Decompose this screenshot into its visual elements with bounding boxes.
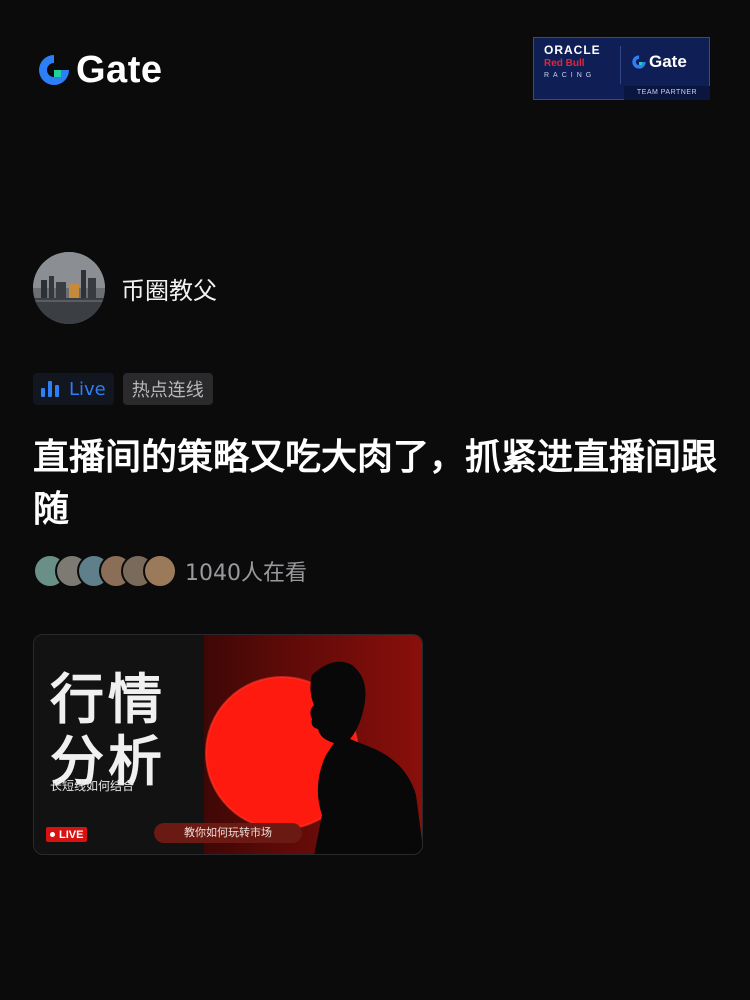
partner-gate-logo: Gate bbox=[631, 52, 687, 72]
tag-live[interactable]: Live bbox=[33, 373, 114, 405]
partner-gate-icon bbox=[632, 55, 646, 69]
gate-logo[interactable]: Gate bbox=[36, 48, 163, 91]
card-image-area bbox=[194, 635, 422, 854]
team-partner-badge: ORACLE Red Bull RACING Gate TEAM PARTNER bbox=[533, 37, 710, 100]
viewer-avatar bbox=[143, 554, 177, 588]
card-pill-label: 教你如何玩转市场 bbox=[154, 823, 302, 843]
bar-chart-icon bbox=[41, 381, 59, 397]
tag-row: Live 热点连线 bbox=[33, 373, 213, 405]
partner-oracle-text: ORACLE bbox=[544, 43, 601, 57]
card-subtitle: 长短线如何结合 bbox=[50, 779, 135, 793]
avatar-cityscape-image bbox=[33, 252, 105, 324]
partner-redbull-text: Red Bull bbox=[544, 58, 585, 69]
partner-caption: TEAM PARTNER bbox=[624, 86, 710, 100]
viewer-row: 1040人在看 bbox=[33, 554, 307, 588]
partner-racing-text: RACING bbox=[544, 72, 596, 79]
viewer-avatars bbox=[33, 554, 177, 588]
author-name[interactable]: 币圈教父 bbox=[121, 271, 217, 306]
live-badge: LIVE bbox=[46, 827, 88, 842]
presenter-silhouette-image bbox=[205, 661, 422, 854]
logo-text: Gate bbox=[76, 48, 163, 91]
viewer-count: 1040人在看 bbox=[185, 561, 307, 586]
partner-gate-text: Gate bbox=[649, 52, 687, 71]
tag-live-label: Live bbox=[69, 378, 106, 400]
gate-logo-icon bbox=[39, 55, 69, 85]
tag-hot-topic-label: 热点连线 bbox=[131, 380, 204, 401]
live-badge-label: LIVE bbox=[59, 828, 84, 841]
live-dot-icon bbox=[50, 832, 55, 837]
partner-divider bbox=[620, 46, 621, 84]
app-header: Gate ORACLE Red Bull RACING Gate TEAM PA… bbox=[0, 0, 750, 140]
post-title[interactable]: 直播间的策略又吃大肉了，抓紧进直播间跟随 bbox=[33, 432, 723, 536]
author-row[interactable]: 币圈教父 bbox=[33, 252, 217, 324]
author-avatar[interactable] bbox=[33, 252, 105, 324]
live-stream-card[interactable]: 行情 分析 长短线如何结合 LIVE 教你如何玩转市场 bbox=[33, 634, 423, 855]
tag-hot-topic[interactable]: 热点连线 bbox=[122, 373, 213, 405]
